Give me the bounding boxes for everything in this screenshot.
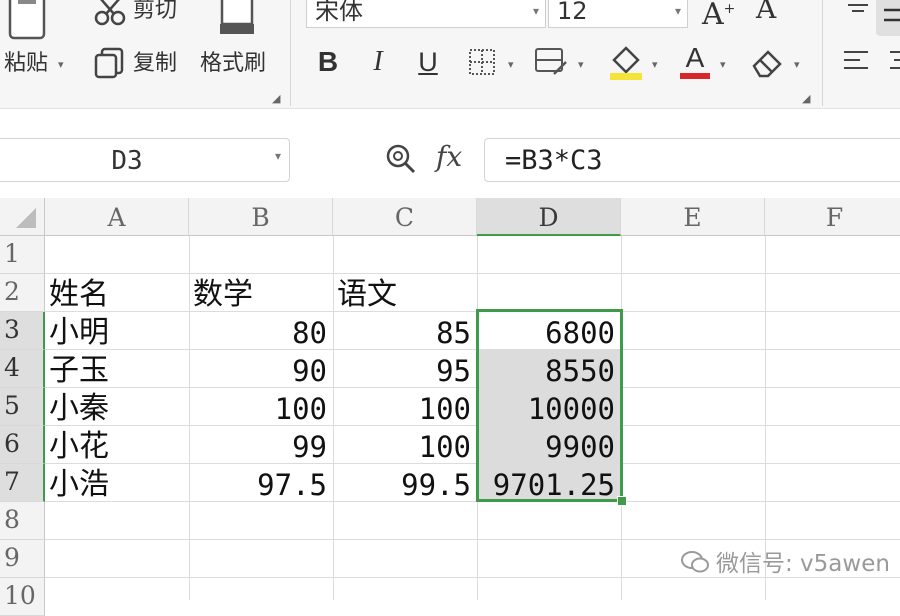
- selection-border: [476, 309, 623, 502]
- column-header-e[interactable]: E: [621, 198, 765, 236]
- underline-label: U: [418, 46, 438, 77]
- row-header-7[interactable]: 7: [0, 464, 45, 502]
- ribbon-separator: [290, 0, 291, 106]
- cut-button[interactable]: 剪切: [133, 0, 177, 24]
- name-box[interactable]: D3 ▾: [0, 138, 290, 182]
- merge-dropdown-icon[interactable]: ▾: [578, 58, 584, 71]
- eraser-icon[interactable]: [750, 46, 784, 78]
- row-header-8[interactable]: 8: [0, 502, 45, 540]
- cell-a5[interactable]: 小秦: [45, 388, 189, 426]
- align-top-icon[interactable]: [846, 0, 870, 14]
- row-header-10[interactable]: 10: [0, 578, 45, 616]
- cell-b7[interactable]: 97.5: [189, 464, 333, 502]
- paste-button[interactable]: 粘贴: [4, 51, 48, 77]
- row-header-5[interactable]: 5: [0, 388, 45, 426]
- paste-icon[interactable]: [6, 0, 48, 42]
- wrap-text-button[interactable]: [876, 0, 900, 36]
- cell-a7[interactable]: 小浩: [45, 464, 189, 502]
- format-painter-icon[interactable]: [214, 0, 256, 42]
- fill-color-dropdown-icon[interactable]: ▾: [652, 58, 658, 71]
- eraser-dropdown-icon[interactable]: ▾: [794, 58, 800, 71]
- name-box-value: D3: [111, 146, 143, 176]
- cell-c2[interactable]: 语文: [333, 274, 477, 312]
- cell-b5[interactable]: 100: [189, 388, 333, 426]
- cell-b2[interactable]: 数学: [189, 274, 333, 312]
- fill-color-swatch: [610, 73, 642, 80]
- font-size-select[interactable]: 12 ▾: [548, 0, 688, 28]
- copy-icon[interactable]: [94, 47, 126, 79]
- merge-cells-icon[interactable]: [534, 46, 568, 76]
- cell-b4[interactable]: 90: [189, 350, 333, 388]
- font-color-dropdown-icon[interactable]: ▾: [720, 58, 726, 71]
- column-header-a[interactable]: A: [45, 198, 189, 236]
- font-name-value: 宋体: [315, 0, 363, 25]
- wechat-icon: [680, 549, 710, 581]
- select-all-corner[interactable]: [0, 198, 45, 236]
- column-header-d[interactable]: D: [477, 198, 621, 236]
- column-header-b[interactable]: B: [189, 198, 333, 236]
- column-header-c[interactable]: C: [333, 198, 477, 236]
- cell-c7[interactable]: 99.5: [333, 464, 477, 502]
- cell-c3[interactable]: 85: [333, 312, 477, 350]
- row-header-4[interactable]: 4: [0, 350, 45, 388]
- chevron-down-icon[interactable]: ▾: [275, 149, 281, 163]
- row-gridline: [45, 539, 900, 540]
- row-header-6[interactable]: 6: [0, 426, 45, 464]
- cell-a3[interactable]: 小明: [45, 312, 189, 350]
- formula-input[interactable]: =B3*C3: [484, 138, 900, 182]
- cell-c4[interactable]: 95: [333, 350, 477, 388]
- insert-function-button[interactable]: fx: [436, 140, 462, 173]
- border-dropdown-icon[interactable]: ▾: [508, 58, 514, 71]
- font-color-swatch: [680, 73, 710, 79]
- align-left-icon[interactable]: [842, 48, 870, 76]
- cell-a6[interactable]: 小花: [45, 426, 189, 464]
- increase-font-size-button[interactable]: A+: [702, 0, 735, 30]
- clipboard-group-launcher[interactable]: ◢: [272, 92, 280, 105]
- increase-font-size-label: A: [702, 0, 724, 32]
- cell-c5[interactable]: 100: [333, 388, 477, 426]
- row-header-2[interactable]: 2: [0, 274, 45, 312]
- italic-label: I: [373, 46, 383, 77]
- watermark-text: 微信号: v5awen: [716, 551, 890, 577]
- fill-handle[interactable]: [617, 496, 627, 506]
- chevron-down-icon: ▾: [674, 4, 681, 18]
- row-header-9[interactable]: 9: [0, 540, 45, 578]
- italic-button[interactable]: I: [364, 46, 392, 78]
- cell-c6[interactable]: 100: [333, 426, 477, 464]
- chevron-down-icon: ▾: [532, 4, 539, 18]
- font-color-icon[interactable]: A: [678, 42, 712, 80]
- underline-button[interactable]: U: [414, 46, 442, 78]
- copy-button[interactable]: 复制: [133, 51, 177, 77]
- formula-bar: D3 ▾ fx =B3*C3: [0, 124, 900, 192]
- row-header-1[interactable]: 1: [0, 236, 45, 274]
- cell-a4[interactable]: 子玉: [45, 350, 189, 388]
- font-size-value: 12: [557, 0, 588, 25]
- bold-label: B: [317, 46, 339, 77]
- paste-dropdown-icon[interactable]: ▾: [58, 58, 64, 71]
- font-group-launcher[interactable]: ◢: [802, 92, 810, 105]
- bold-button[interactable]: B: [314, 46, 342, 78]
- decrease-font-size-button[interactable]: A: [756, 0, 777, 25]
- ribbon: 粘贴 ▾ 剪切 复制 格式刷 ◢ 宋体 ▾ 12 ▾ A+ A B I U ▾: [0, 0, 900, 109]
- cell-b6[interactable]: 99: [189, 426, 333, 464]
- cell-b3[interactable]: 80: [189, 312, 333, 350]
- column-header-f[interactable]: F: [765, 198, 900, 236]
- scissors-icon[interactable]: [94, 0, 126, 28]
- align-center-icon[interactable]: [888, 48, 900, 76]
- format-painter-button[interactable]: 格式刷: [200, 51, 266, 77]
- row-header-3[interactable]: 3: [0, 312, 45, 350]
- ribbon-separator: [822, 0, 823, 106]
- watermark: 微信号: v5awen: [680, 544, 890, 581]
- cell-a2[interactable]: 姓名: [45, 274, 189, 312]
- font-color-letter: A: [685, 42, 705, 73]
- border-icon[interactable]: [468, 48, 496, 76]
- font-name-select[interactable]: 宋体 ▾: [306, 0, 546, 28]
- decrease-font-size-label: A: [756, 0, 777, 25]
- formula-value: =B3*C3: [505, 145, 603, 176]
- zoom-search-icon[interactable]: [384, 142, 418, 176]
- fill-color-icon[interactable]: [608, 44, 644, 80]
